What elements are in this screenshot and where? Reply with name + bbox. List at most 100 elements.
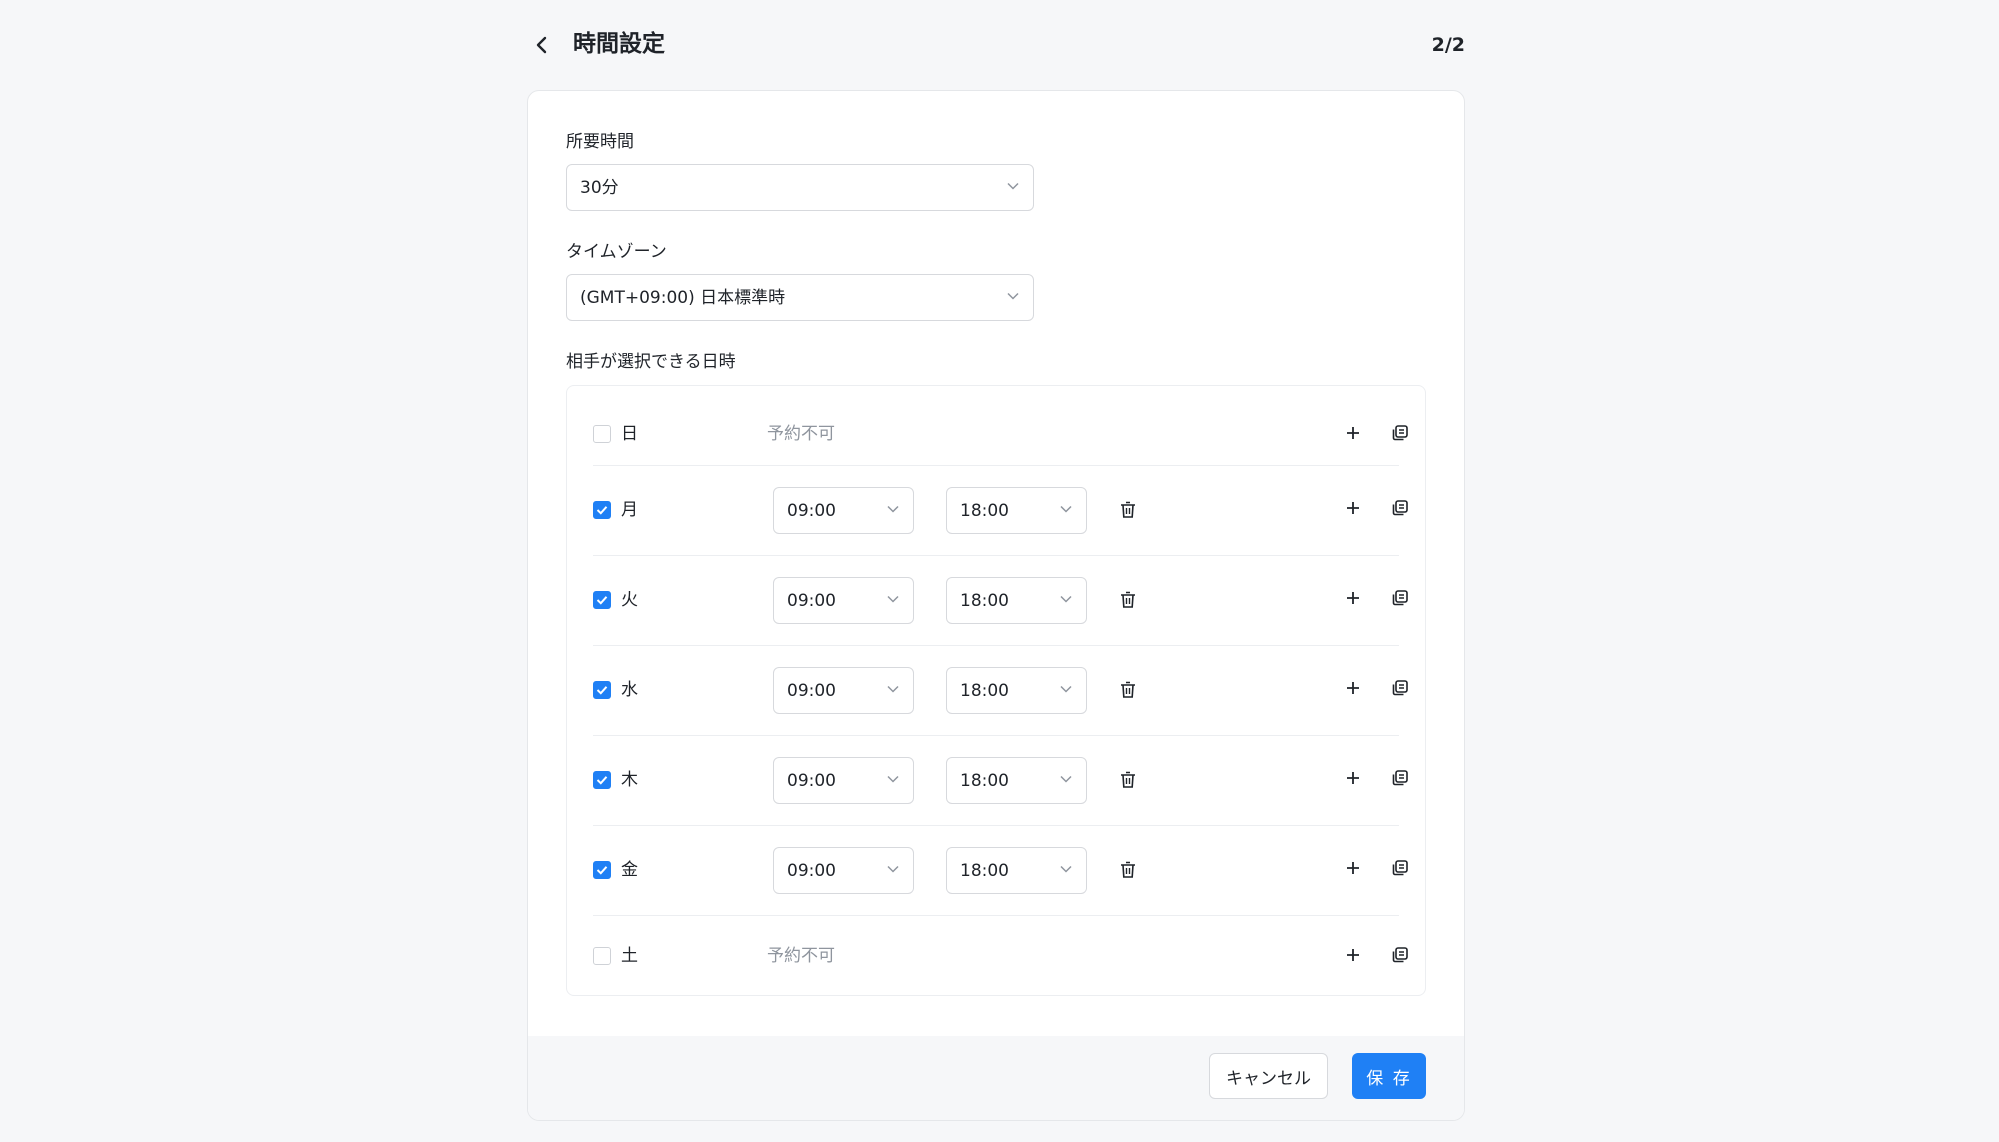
start-time-select[interactable]: 09:00	[773, 577, 914, 624]
copy-icon	[1392, 425, 1408, 441]
chevron-down-icon	[887, 775, 899, 783]
add-slot-button[interactable]	[1341, 943, 1365, 967]
day-name: 水	[621, 680, 638, 700]
day-checkbox-sat[interactable]	[593, 947, 611, 965]
day-name: 月	[621, 500, 638, 520]
end-time-select[interactable]: 18:00	[946, 847, 1087, 894]
start-time-select[interactable]: 09:00	[773, 847, 914, 894]
chevron-down-icon	[1060, 685, 1072, 693]
end-time-select[interactable]: 18:00	[946, 667, 1087, 714]
start-time-select[interactable]: 09:00	[773, 667, 914, 714]
chevron-down-icon	[1060, 865, 1072, 873]
check-icon	[596, 776, 608, 785]
trash-icon	[1121, 591, 1135, 608]
add-slot-button[interactable]	[1341, 496, 1365, 520]
end-time-select[interactable]: 18:00	[946, 487, 1087, 534]
day-row-thu: 木 09:00 18:00	[593, 736, 1408, 826]
copy-slot-button[interactable]	[1388, 766, 1412, 790]
trash-icon	[1121, 501, 1135, 518]
plus-icon	[1347, 592, 1359, 604]
day-name: 土	[621, 946, 638, 966]
timezone-label: タイムゾーン	[566, 242, 667, 262]
day-name: 木	[621, 770, 638, 790]
delete-slot-button[interactable]	[1117, 859, 1139, 881]
check-icon	[596, 506, 608, 515]
delete-slot-button[interactable]	[1117, 769, 1139, 791]
day-checkbox-wed[interactable]	[593, 681, 611, 699]
add-slot-button[interactable]	[1341, 586, 1365, 610]
day-checkbox-sun[interactable]	[593, 425, 611, 443]
start-time-value: 09:00	[787, 771, 836, 791]
add-slot-button[interactable]	[1341, 676, 1365, 700]
chevron-down-icon	[887, 865, 899, 873]
duration-select[interactable]: 30分	[566, 164, 1034, 211]
day-row-wed: 水 09:00 18:00	[593, 646, 1408, 736]
day-checkbox-mon[interactable]	[593, 501, 611, 519]
unavailable-text: 予約不可	[767, 946, 835, 966]
copy-slot-button[interactable]	[1388, 856, 1412, 880]
copy-icon	[1392, 500, 1408, 516]
copy-icon	[1392, 770, 1408, 786]
availability-label: 相手が選択できる日時	[566, 352, 736, 372]
day-name: 金	[621, 860, 638, 880]
delete-slot-button[interactable]	[1117, 499, 1139, 521]
chevron-down-icon	[1060, 505, 1072, 513]
back-button[interactable]	[527, 30, 557, 60]
end-time-value: 18:00	[960, 591, 1009, 611]
plus-icon	[1347, 502, 1359, 514]
chevron-down-icon	[1060, 775, 1072, 783]
unavailable-text: 予約不可	[767, 424, 835, 444]
chevron-down-icon	[1060, 595, 1072, 603]
start-time-value: 09:00	[787, 591, 836, 611]
plus-icon	[1347, 427, 1359, 439]
start-time-select[interactable]: 09:00	[773, 757, 914, 804]
add-slot-button[interactable]	[1341, 421, 1365, 445]
day-row-tue: 火 09:00 18:00	[593, 556, 1408, 646]
end-time-value: 18:00	[960, 861, 1009, 881]
chevron-left-icon	[536, 36, 547, 54]
start-time-value: 09:00	[787, 681, 836, 701]
delete-slot-button[interactable]	[1117, 679, 1139, 701]
delete-slot-button[interactable]	[1117, 589, 1139, 611]
add-slot-button[interactable]	[1341, 856, 1365, 880]
add-slot-button[interactable]	[1341, 766, 1365, 790]
page-title: 時間設定	[573, 31, 665, 57]
trash-icon	[1121, 681, 1135, 698]
day-checkbox-thu[interactable]	[593, 771, 611, 789]
chevron-down-icon	[887, 685, 899, 693]
plus-icon	[1347, 772, 1359, 784]
day-row-sat: 土 予約不可	[593, 916, 1408, 996]
start-time-select[interactable]: 09:00	[773, 487, 914, 534]
end-time-value: 18:00	[960, 771, 1009, 791]
timezone-value: (GMT+09:00) 日本標準時	[580, 288, 786, 308]
save-button[interactable]: 保 存	[1352, 1053, 1426, 1099]
copy-icon	[1392, 947, 1408, 963]
copy-slot-button[interactable]	[1388, 496, 1412, 520]
copy-slot-button[interactable]	[1388, 421, 1412, 445]
day-checkbox-tue[interactable]	[593, 591, 611, 609]
day-checkbox-fri[interactable]	[593, 861, 611, 879]
duration-label: 所要時間	[566, 132, 634, 152]
copy-slot-button[interactable]	[1388, 943, 1412, 967]
check-icon	[596, 866, 608, 875]
chevron-down-icon	[1007, 182, 1019, 190]
day-row-fri: 金 09:00 18:00	[593, 826, 1408, 916]
chevron-down-icon	[887, 505, 899, 513]
plus-icon	[1347, 682, 1359, 694]
day-row-mon: 月 09:00 18:00	[593, 466, 1408, 556]
copy-slot-button[interactable]	[1388, 586, 1412, 610]
cancel-button[interactable]: キャンセル	[1209, 1053, 1328, 1099]
chevron-down-icon	[1007, 292, 1019, 300]
settings-card: 所要時間 30分 タイムゾーン (GMT+09:00) 日本標準時 相手が選択で…	[527, 90, 1465, 1121]
day-name: 日	[621, 424, 638, 444]
availability-panel: 日 予約不可 月 09:00 18:00 火 09:00 18:00 水 09:…	[566, 385, 1426, 996]
end-time-select[interactable]: 18:00	[946, 577, 1087, 624]
page-header: 時間設定 2/2	[527, 22, 1465, 68]
copy-slot-button[interactable]	[1388, 676, 1412, 700]
end-time-select[interactable]: 18:00	[946, 757, 1087, 804]
copy-icon	[1392, 590, 1408, 606]
copy-icon	[1392, 860, 1408, 876]
trash-icon	[1121, 771, 1135, 788]
timezone-select[interactable]: (GMT+09:00) 日本標準時	[566, 274, 1034, 321]
day-name: 火	[621, 590, 638, 610]
